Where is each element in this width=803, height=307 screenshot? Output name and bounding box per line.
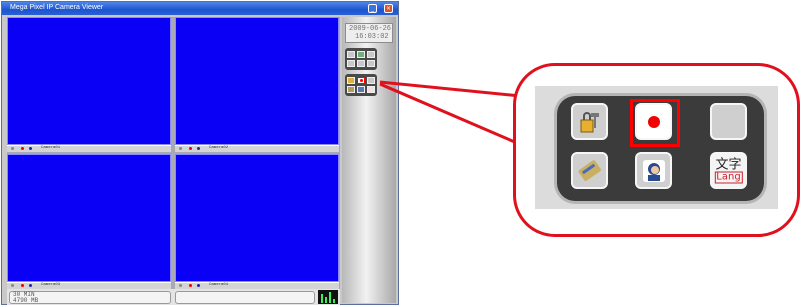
language-label: Lang [714, 171, 743, 183]
search-icon [578, 159, 601, 181]
config-icon [580, 111, 599, 132]
language-glyph: 文字 [715, 157, 742, 172]
zoom-user-button[interactable] [635, 152, 672, 189]
zoom-config-button[interactable] [571, 103, 608, 140]
record-button-highlight [630, 99, 680, 147]
user-icon [642, 159, 665, 182]
zoom-search-button[interactable] [571, 152, 608, 189]
zoom-language-button[interactable]: 文字 Lang [710, 152, 747, 189]
zoom-blank-button[interactable] [710, 103, 747, 140]
language-icon: 文字 Lang [714, 157, 743, 183]
